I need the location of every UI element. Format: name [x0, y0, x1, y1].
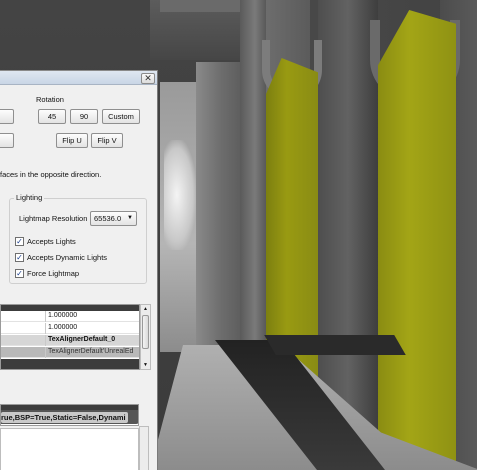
- bottom-panel: rue,BSP=True,Static=False,Dynami: [0, 401, 150, 470]
- force-lightmap-label[interactable]: Force Lightmap: [27, 269, 79, 278]
- accepts-dynamic-lights-label[interactable]: Accepts Dynamic Lights: [27, 253, 107, 262]
- scroll-down-icon[interactable]: ▼: [143, 362, 148, 368]
- property-grid[interactable]: 1.000000 1.000000 TexAlignerDefault_0 Te…: [0, 304, 140, 370]
- property-grid-scrollbar[interactable]: ▲ ▼: [140, 304, 151, 370]
- accepts-dynamic-lights-checkbox[interactable]: ✓: [15, 253, 24, 262]
- floor-step: [264, 335, 406, 355]
- property-grid-footer: [1, 359, 139, 369]
- scrollbar-thumb[interactable]: [142, 315, 149, 349]
- lightmap-resolution-select[interactable]: 65536.0 ▼: [90, 211, 137, 226]
- property-row[interactable]: TexAlignerDefault_0: [1, 335, 139, 346]
- property-name-cell: [1, 347, 46, 358]
- object-properties-field[interactable]: rue,BSP=True,Static=False,Dynami: [0, 404, 139, 426]
- partial-button[interactable]: [0, 133, 14, 148]
- doorway-light: [164, 140, 196, 250]
- property-value[interactable]: TexAlignerDefault_0: [48, 335, 115, 345]
- dialog-titlebar[interactable]: ✕: [0, 71, 157, 85]
- flip-u-button[interactable]: Flip U: [56, 133, 88, 148]
- rotate-45-button[interactable]: 45: [38, 109, 66, 124]
- rotate-custom-button[interactable]: Custom: [102, 109, 140, 124]
- scroll-up-icon[interactable]: ▲: [143, 306, 148, 312]
- rotate-90-button[interactable]: 90: [70, 109, 98, 124]
- property-name-cell: [1, 335, 46, 346]
- chevron-down-icon: ▼: [127, 215, 133, 221]
- surface-properties-dialog: ✕ Rotation 45 90 Custom Flip U Flip V fa…: [0, 70, 158, 470]
- close-button[interactable]: ✕: [141, 73, 155, 84]
- object-properties-list[interactable]: [0, 428, 139, 470]
- lightmap-resolution-label: Lightmap Resolution: [19, 214, 88, 223]
- property-row[interactable]: TexAlignerDefault'UnrealEd: [1, 347, 139, 358]
- property-row[interactable]: 1.000000: [1, 311, 139, 322]
- door-frame: [196, 62, 246, 352]
- property-name-cell: [1, 311, 46, 322]
- rotation-label: Rotation: [36, 95, 64, 104]
- flip-description: faces in the opposite direction.: [0, 170, 102, 179]
- object-properties-text[interactable]: rue,BSP=True,Static=False,Dynami: [1, 412, 128, 423]
- ceiling-beam-edge: [160, 0, 250, 12]
- property-row[interactable]: 1.000000: [1, 323, 139, 334]
- property-name-cell: [1, 323, 46, 334]
- property-value[interactable]: TexAlignerDefault'UnrealEd: [48, 347, 133, 357]
- lightmap-resolution-value: 65536.0: [94, 214, 122, 223]
- flip-v-button[interactable]: Flip V: [91, 133, 123, 148]
- close-icon: ✕: [144, 73, 152, 83]
- lighting-group-label: Lighting: [14, 193, 45, 202]
- property-value[interactable]: 1.000000: [48, 311, 77, 321]
- bottom-scrollbar[interactable]: [139, 426, 149, 470]
- force-lightmap-checkbox[interactable]: ✓: [15, 269, 24, 278]
- accepts-lights-checkbox[interactable]: ✓: [15, 237, 24, 246]
- accepts-lights-label[interactable]: Accepts Lights: [27, 237, 76, 246]
- partial-button[interactable]: [0, 109, 14, 124]
- selected-surface[interactable]: [378, 10, 456, 470]
- property-value[interactable]: 1.000000: [48, 323, 77, 333]
